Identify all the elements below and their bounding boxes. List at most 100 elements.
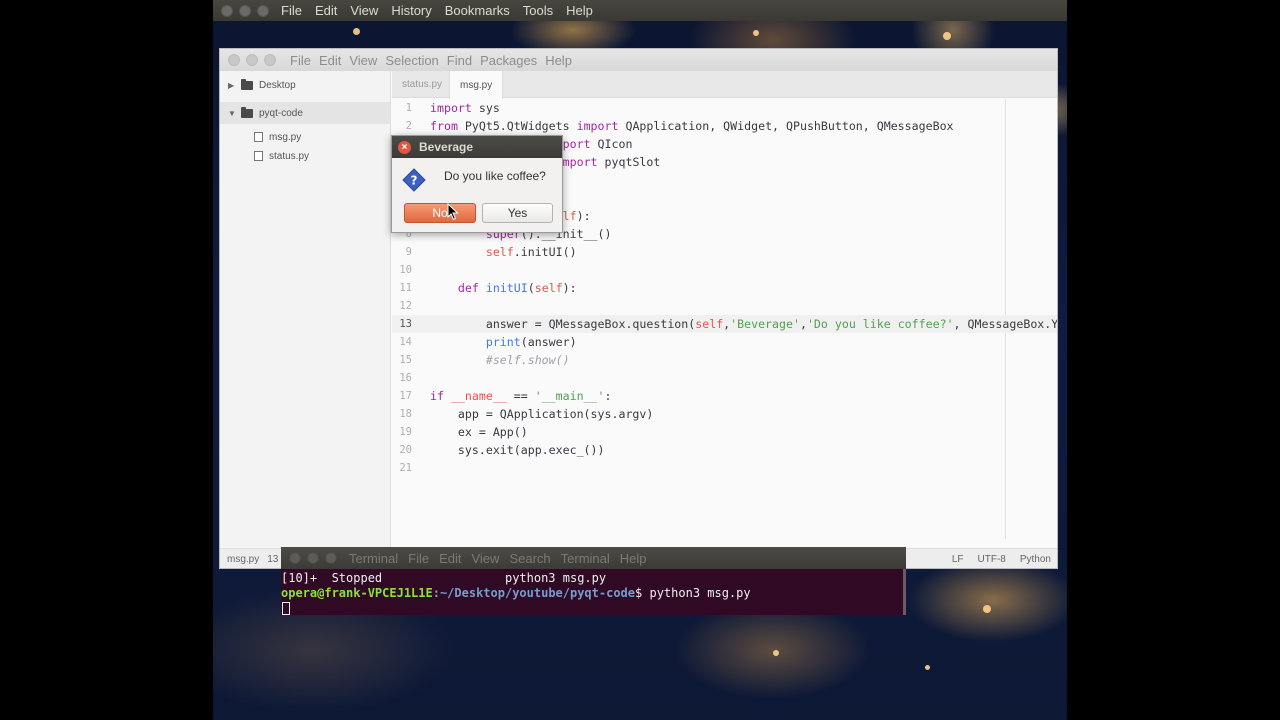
svg-text:?: ? [411, 174, 418, 188]
yes-button[interactable]: Yes [482, 203, 553, 223]
status-grammar[interactable]: Python [1020, 554, 1051, 565]
code-line-current: 13 answer = QMessageBox.question(self,'B… [392, 315, 1057, 333]
code-line: 10 [399, 264, 412, 276]
code-line: 11 def initUI(self): [399, 281, 577, 295]
project-tree: ▶ Desktop ▼ pyqt-code msg.py status.py [220, 71, 391, 548]
editor-close-button[interactable] [228, 54, 240, 66]
browser-menu: File Edit View History Bookmarks Tools H… [281, 3, 606, 18]
editor-menu-find[interactable]: Find [447, 53, 472, 68]
tree-item-label: Desktop [259, 79, 296, 91]
terminal-window: Terminal File Edit View Search Terminal … [281, 547, 906, 615]
terminal-menu: File Edit View Search Terminal Help [408, 551, 656, 566]
wallpaper-light [925, 665, 930, 670]
terminal-prompt-line: opera@frank-VPCEJ1L1E:~/Desktop/youtube/… [281, 586, 906, 601]
tree-item-desktop[interactable]: ▶ Desktop [220, 74, 390, 96]
terminal-maximize-button[interactable] [325, 552, 337, 564]
chevron-down-icon: ▼ [228, 108, 236, 118]
terminal-scrollbar[interactable] [903, 569, 906, 615]
terminal-title-bar: Terminal File Edit View Search Terminal … [281, 547, 906, 569]
terminal-menu-help[interactable]: Help [620, 551, 647, 566]
tab-label: status.py [402, 79, 443, 90]
letterbox-right [1067, 0, 1280, 720]
editor-menu-selection[interactable]: Selection [385, 53, 438, 68]
editor-menu-help[interactable]: Help [545, 53, 572, 68]
code-line: 12 [399, 300, 412, 312]
wallpaper-light [983, 605, 991, 613]
tab-msg-py[interactable]: msg.py [449, 71, 504, 99]
mouse-pointer-icon [447, 203, 459, 221]
terminal-menu-file[interactable]: File [408, 551, 429, 566]
tree-item-label: msg.py [269, 131, 302, 143]
code-line: 14 print(answer) [399, 335, 577, 349]
menu-view[interactable]: View [350, 3, 378, 18]
terminal-menu-edit[interactable]: Edit [439, 551, 461, 566]
window-close-button[interactable] [221, 4, 233, 17]
code-line: 20 sys.exit(app.exec_()) [399, 443, 605, 457]
menu-file[interactable]: File [281, 3, 302, 18]
editor-menu-view[interactable]: View [349, 53, 377, 68]
menu-tools[interactable]: Tools [523, 3, 553, 18]
terminal-job-line: [10]+ Stopped python3 msg.py [281, 571, 607, 585]
file-icon [254, 132, 263, 142]
no-button[interactable]: No [404, 203, 476, 223]
menu-history[interactable]: History [391, 3, 431, 18]
terminal-cursor-line [281, 601, 906, 615]
tree-item-file[interactable]: status.py [220, 145, 390, 167]
editor-menu-edit[interactable]: Edit [319, 53, 341, 68]
terminal-menu-search[interactable]: Search [509, 551, 550, 566]
terminal-output[interactable]: [10]+ Stopped python3 msg.py opera@frank… [281, 571, 906, 615]
editor-tabs: status.py msg.py [392, 71, 1057, 99]
terminal-menu-view[interactable]: View [471, 551, 499, 566]
menu-bookmarks[interactable]: Bookmarks [445, 3, 510, 18]
tree-item-project[interactable]: ▼ pyqt-code [220, 102, 390, 124]
editor-menu-file[interactable]: File [290, 53, 311, 68]
menu-help[interactable]: Help [566, 3, 593, 18]
folder-icon [241, 106, 253, 118]
file-icon [254, 151, 263, 161]
code-line: 21 [399, 462, 412, 474]
editor-maximize-button[interactable] [264, 54, 276, 66]
tab-status-py[interactable]: status.py [392, 71, 452, 98]
terminal-menu-terminal[interactable]: Terminal [561, 551, 610, 566]
tree-item-label: status.py [269, 150, 310, 162]
editor-minimize-button[interactable] [246, 54, 258, 66]
status-position[interactable]: 13 [267, 554, 278, 565]
tab-label: msg.py [460, 79, 493, 91]
wallpaper-light [353, 28, 360, 35]
terminal-close-button[interactable] [289, 552, 301, 564]
dialog-title: Beverage [419, 140, 474, 154]
status-file[interactable]: msg.py [227, 554, 259, 565]
close-icon[interactable]: × [398, 140, 411, 154]
menu-edit[interactable]: Edit [315, 3, 337, 18]
chevron-right-icon: ▶ [228, 80, 235, 90]
code-line: 18 app = QApplication(sys.argv) [399, 407, 654, 421]
editor-window: File Edit View Selection Find Packages H… [219, 48, 1058, 569]
message-dialog: × Beverage ? Do you like coffee? No Yes [391, 135, 563, 233]
editor-menu-packages[interactable]: Packages [480, 53, 537, 68]
terminal-title: Terminal [349, 550, 399, 566]
dialog-title-bar: × Beverage [392, 136, 562, 158]
window-maximize-button[interactable] [257, 4, 269, 17]
code-line: 9 self.initUI() [405, 245, 577, 259]
terminal-command: $ python3 msg.py [635, 586, 751, 600]
question-icon: ? [402, 168, 426, 192]
status-encoding[interactable]: UTF-8 [978, 554, 1006, 565]
wallpaper-light [943, 32, 951, 40]
code-line: 19 ex = App() [399, 425, 528, 439]
browser-menu-bar: File Edit View History Bookmarks Tools H… [213, 0, 1067, 21]
terminal-user: opera@frank-VPCEJ1L1E [281, 586, 433, 600]
code-line: 17 if __name__ == '__main__': [399, 389, 612, 403]
editor-menu: File Edit View Selection Find Packages H… [290, 53, 580, 68]
folder-icon [241, 78, 253, 90]
wallpaper-light [753, 30, 759, 36]
window-minimize-button[interactable] [239, 4, 251, 17]
status-line-ending[interactable]: LF [952, 554, 964, 565]
letterbox-left [0, 0, 213, 720]
terminal-cursor [282, 602, 290, 615]
terminal-minimize-button[interactable] [307, 552, 319, 564]
tree-item-label: pyqt-code [259, 107, 303, 119]
terminal-path: :~/Desktop/youtube/pyqt-code [432, 586, 636, 600]
code-line: 2 from PyQt5.QtWidgets import QApplicatio… [405, 119, 954, 133]
dialog-message: Do you like coffee? [444, 169, 546, 183]
code-line: 1 import sys [405, 101, 500, 115]
